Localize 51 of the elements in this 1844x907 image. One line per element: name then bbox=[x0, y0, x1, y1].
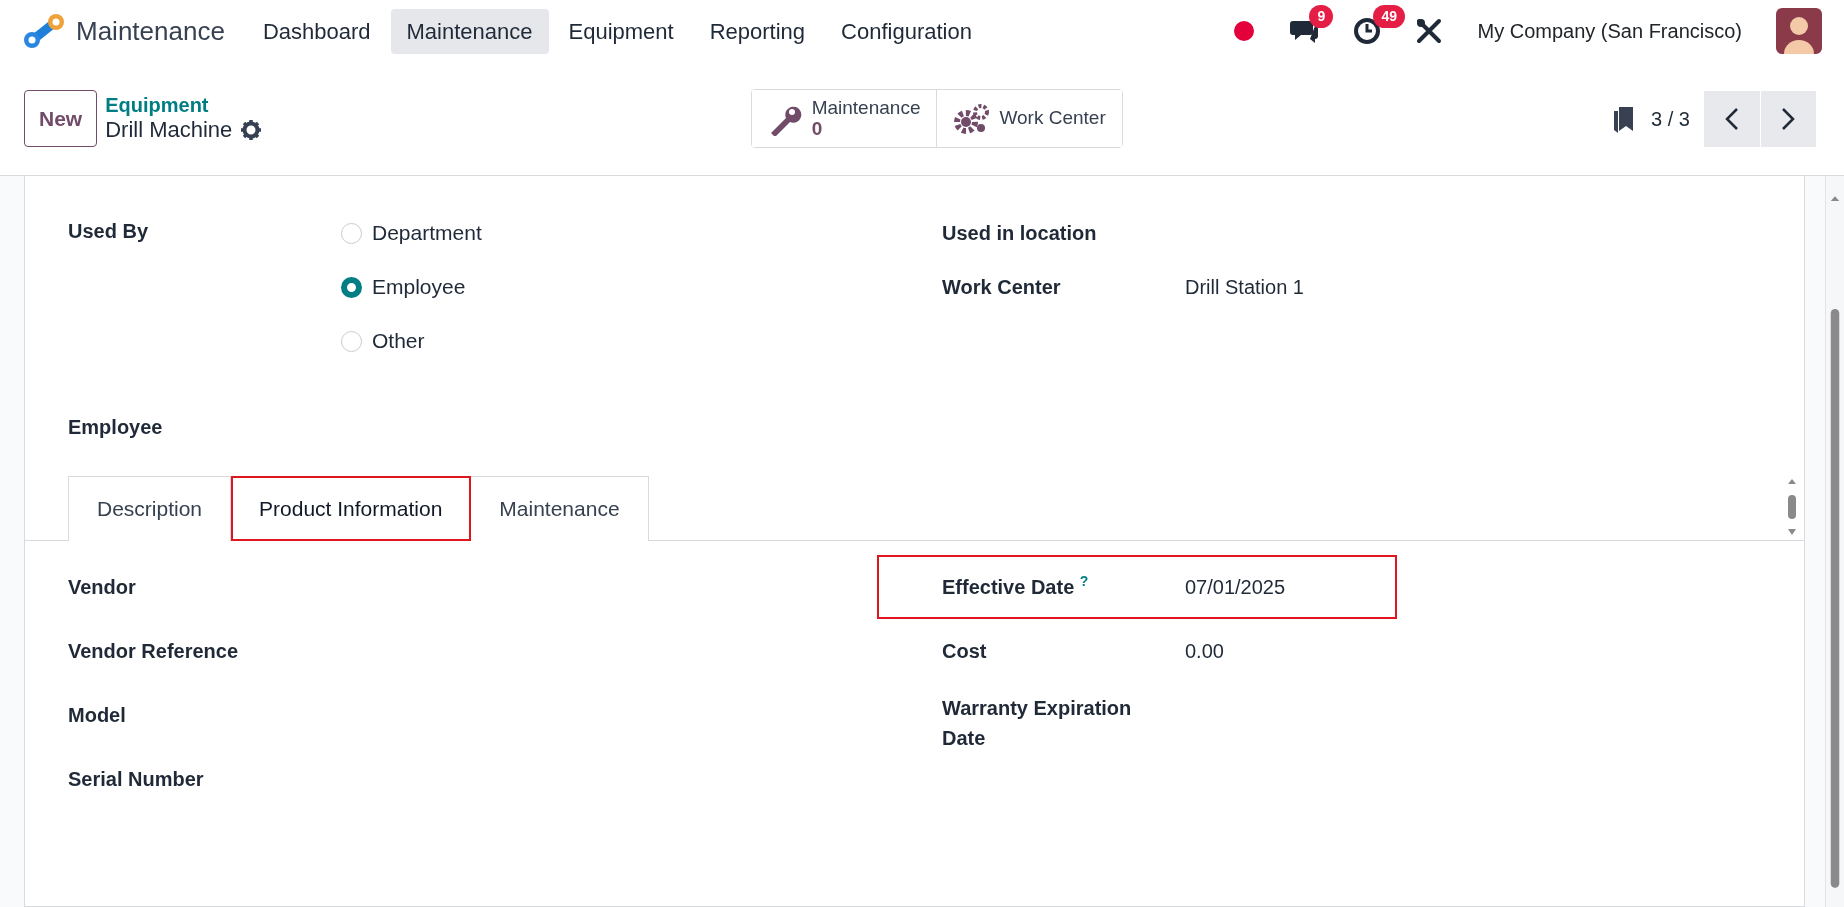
settings-icon[interactable] bbox=[240, 119, 263, 142]
gears-icon bbox=[953, 102, 990, 135]
field-label: Employee bbox=[68, 415, 164, 440]
field-label: Work Center bbox=[942, 275, 1062, 300]
record-title: Drill Machine bbox=[105, 117, 233, 144]
field-label: Used in location bbox=[942, 221, 1098, 246]
menu-item[interactable]: Equipment bbox=[552, 8, 690, 54]
field-label: Serial Number bbox=[68, 766, 205, 792]
tools-icon[interactable] bbox=[1415, 17, 1444, 45]
pager-value: 3 / 3 bbox=[1651, 106, 1690, 132]
chevron-left-icon bbox=[1725, 106, 1739, 131]
user-avatar[interactable] bbox=[1776, 8, 1822, 54]
app-logo-icon bbox=[22, 13, 66, 49]
radio-label: Other bbox=[372, 328, 425, 355]
radio-button[interactable] bbox=[341, 222, 362, 244]
menu-item[interactable]: Dashboard bbox=[246, 8, 387, 54]
clock-icon[interactable] bbox=[1353, 17, 1382, 45]
field-label: Cost bbox=[942, 638, 988, 664]
smart-button-count: 0 bbox=[811, 118, 824, 140]
field-label-text: Effective Date bbox=[942, 575, 1075, 598]
field-label: Warranty Expiration Date bbox=[942, 695, 1133, 751]
menu-item[interactable]: Reporting bbox=[693, 8, 822, 54]
radio-button[interactable] bbox=[341, 330, 362, 352]
field-value: 07/01/2025 bbox=[1185, 574, 1286, 600]
scrollbar-drawing[interactable] bbox=[1786, 478, 1798, 536]
smart-button[interactable]: Work Center bbox=[936, 89, 1122, 148]
field-label: Used By bbox=[68, 219, 150, 244]
app-name[interactable]: Maintenance bbox=[76, 11, 225, 51]
field-label: Model bbox=[68, 702, 127, 728]
smart-button-label: Maintenance bbox=[811, 97, 921, 119]
field-label: Vendor bbox=[68, 574, 137, 600]
radio-button[interactable] bbox=[341, 276, 362, 298]
next-button[interactable] bbox=[1760, 90, 1816, 147]
tab[interactable]: Description bbox=[68, 476, 232, 541]
new-button[interactable]: New bbox=[24, 89, 98, 148]
menu-item[interactable]: Configuration bbox=[825, 8, 988, 54]
field-label: Vendor Reference bbox=[68, 638, 240, 664]
tab[interactable]: Maintenance bbox=[471, 476, 649, 541]
radio-label: Department bbox=[372, 220, 482, 247]
menu-item[interactable]: Maintenance bbox=[390, 8, 549, 54]
activity-count: 49 bbox=[1373, 5, 1406, 28]
radio-label: Employee bbox=[372, 274, 466, 301]
status-dot-icon bbox=[1233, 20, 1256, 42]
help-tooltip[interactable]: ? bbox=[1079, 573, 1089, 590]
field-value: 0.00 bbox=[1185, 638, 1224, 664]
chevron-right-icon bbox=[1781, 106, 1796, 131]
message-count: 9 bbox=[1309, 5, 1334, 28]
tab[interactable]: Product Information bbox=[231, 476, 472, 541]
company-switcher[interactable]: My Company (San Francisco) bbox=[1477, 16, 1742, 46]
breadcrumb-link[interactable]: Equipment bbox=[105, 93, 263, 118]
field-value: Drill Station 1 bbox=[1185, 275, 1304, 300]
